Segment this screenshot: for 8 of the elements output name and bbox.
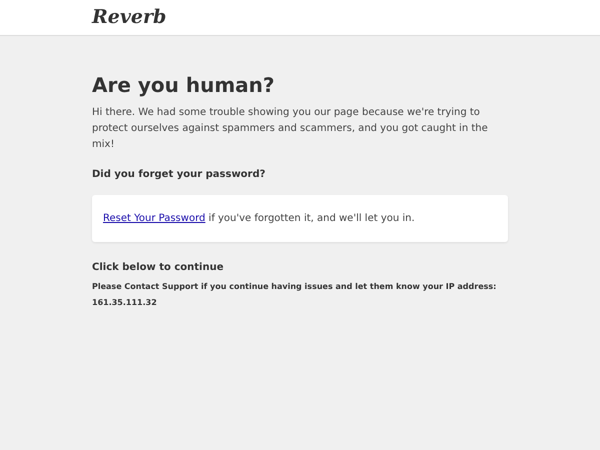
intro-paragraph: Hi there. We had some trouble showing you our page because we're trying to protect ourselves against spammers and scammers, and you got caught in the mix! [92, 106, 489, 152]
password-heading: Did you forget your password? [92, 168, 266, 182]
reset-password-link[interactable]: Reset Your Password [103, 213, 206, 224]
page-title: Are you human? [92, 73, 276, 97]
logo[interactable]: Reverb [92, 8, 166, 27]
reset-sentence: Reset Your Password if you've forgotten it, and we'll let you in. [103, 212, 415, 226]
continue-heading: Click below to continue [92, 261, 224, 275]
support-note: Please Contact Support if you continue having issues and let them know your IP address: 161.35.111.32 [92, 281, 498, 309]
